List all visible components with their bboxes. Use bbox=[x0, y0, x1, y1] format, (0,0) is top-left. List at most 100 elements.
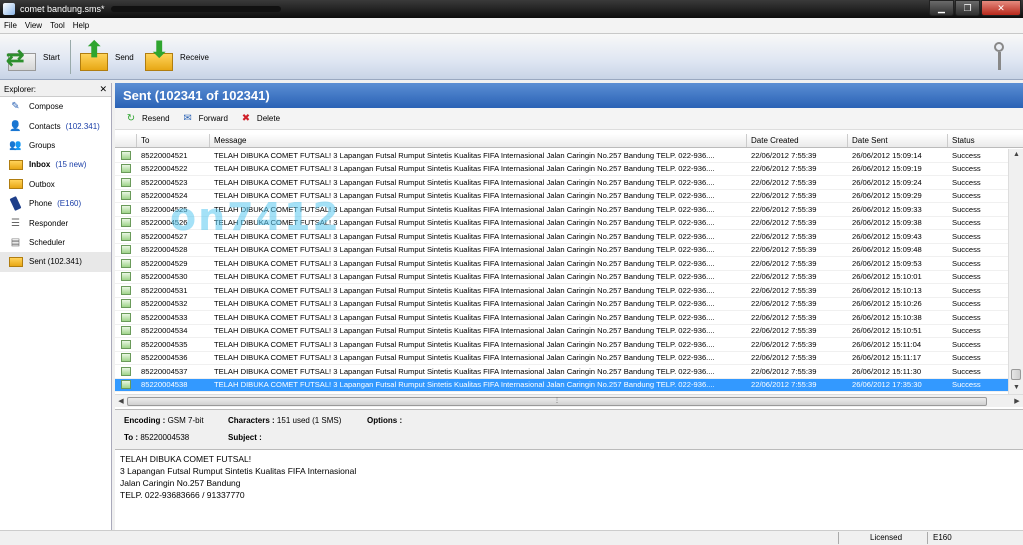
sms-sent-icon bbox=[121, 164, 131, 174]
sidebar-item-inbox[interactable]: Inbox (15 new) bbox=[0, 155, 111, 174]
table-row[interactable]: 85220004535 TELAH DIBUKA COMET FUTSAL! 3 … bbox=[115, 338, 1008, 352]
resend-button[interactable]: ↻ Resend bbox=[123, 112, 170, 125]
characters-value: 151 used (1 SMS) bbox=[276, 416, 342, 425]
table-row[interactable]: 85220004530 TELAH DIBUKA COMET FUTSAL! 3 … bbox=[115, 271, 1008, 284]
sms-sent-icon bbox=[121, 218, 131, 228]
sidebar-item-label: Outbox bbox=[29, 179, 55, 189]
message-type-icon bbox=[115, 191, 137, 201]
sms-sent-icon bbox=[121, 204, 131, 214]
column-header-message[interactable]: Message bbox=[210, 134, 747, 147]
column-header-date-sent[interactable]: Date Sent bbox=[848, 134, 948, 147]
cell-date-sent: 26/06/2012 15:09:43 bbox=[852, 231, 922, 241]
table-row[interactable]: 85220004536 TELAH DIBUKA COMET FUTSAL! 3 … bbox=[115, 352, 1008, 365]
cell-to: 85220004535 bbox=[141, 339, 188, 349]
cell-to: 85220004533 bbox=[141, 312, 188, 322]
table-row[interactable]: 85220004523 TELAH DIBUKA COMET FUTSAL! 3 … bbox=[115, 176, 1008, 190]
column-header-status[interactable]: Status bbox=[948, 134, 1023, 147]
send-button[interactable]: ⬆ Send bbox=[78, 38, 134, 76]
cell-status: Success bbox=[952, 164, 981, 174]
sms-sent-icon bbox=[121, 366, 131, 376]
to-field: To : 85220004538 bbox=[124, 433, 189, 442]
sidebar-item-scheduler[interactable]: ▤ Scheduler bbox=[0, 233, 111, 252]
scroll-right-icon[interactable]: ▶ bbox=[1011, 395, 1023, 408]
cell-message: TELAH DIBUKA COMET FUTSAL! 3 Lapangan Fu… bbox=[214, 164, 715, 174]
inbox-count: (15 new) bbox=[55, 160, 87, 170]
cell-message: TELAH DIBUKA COMET FUTSAL! 3 Lapangan Fu… bbox=[214, 231, 715, 241]
table-row[interactable]: 85220004526 TELAH DIBUKA COMET FUTSAL! 3 … bbox=[115, 217, 1008, 230]
message-type-icon bbox=[115, 366, 137, 376]
responder-icon: ☰ bbox=[11, 217, 20, 229]
table-row[interactable]: 85220004528 TELAH DIBUKA COMET FUTSAL! 3 … bbox=[115, 244, 1008, 257]
sidebar-item-sent[interactable]: Sent (102.341) bbox=[0, 252, 111, 272]
scroll-left-icon[interactable]: ◀ bbox=[115, 395, 127, 408]
table-row[interactable]: 85220004521 TELAH DIBUKA COMET FUTSAL! 3 … bbox=[115, 149, 1008, 163]
redacted-path bbox=[110, 6, 281, 12]
cell-date-created: 22/06/2012 7:55:39 bbox=[751, 299, 817, 309]
close-explorer-icon[interactable]: ✕ bbox=[99, 84, 107, 95]
menu-view[interactable]: View bbox=[21, 21, 46, 30]
horizontal-scroll-thumb[interactable]: ⋮ bbox=[127, 397, 987, 406]
delete-icon: ✖ bbox=[241, 113, 251, 124]
vertical-scrollbar[interactable]: ▲ ▼ bbox=[1008, 149, 1023, 394]
cell-date-created: 22/06/2012 7:55:39 bbox=[751, 353, 817, 363]
horizontal-scrollbar[interactable]: ◀ ⋮ ▶ bbox=[115, 394, 1023, 407]
sidebar-item-groups[interactable]: 👥 Groups bbox=[0, 136, 111, 155]
table-row[interactable]: 85220004538 TELAH DIBUKA COMET FUTSAL! 3 … bbox=[115, 378, 1008, 392]
column-header-to[interactable]: To bbox=[137, 134, 210, 147]
phone-model: (E160) bbox=[57, 199, 82, 209]
table-row[interactable]: 85220004531 TELAH DIBUKA COMET FUTSAL! 3 … bbox=[115, 284, 1008, 298]
vertical-scroll-thumb[interactable] bbox=[1011, 369, 1021, 380]
characters-label: Characters : bbox=[228, 416, 275, 425]
start-button[interactable]: ⇄ Start bbox=[6, 38, 60, 76]
explorer-title: Explorer: bbox=[4, 85, 37, 94]
sidebar-item-label: Contacts bbox=[29, 121, 61, 131]
column-header-date-created[interactable]: Date Created bbox=[747, 134, 848, 147]
sms-sent-icon bbox=[121, 380, 131, 390]
maximize-icon[interactable]: ❐ bbox=[955, 0, 980, 16]
cell-to: 85220004525 bbox=[141, 204, 188, 214]
cell-status: Success bbox=[952, 258, 981, 268]
outbox-icon bbox=[8, 177, 23, 191]
sidebar-item-outbox[interactable]: Outbox bbox=[0, 175, 111, 194]
menu-help[interactable]: Help bbox=[69, 21, 93, 30]
table-row[interactable]: 85220004527 TELAH DIBUKA COMET FUTSAL! 3 … bbox=[115, 230, 1008, 244]
close-window-icon[interactable]: ✕ bbox=[981, 0, 1021, 16]
message-type-icon bbox=[115, 326, 137, 336]
scroll-up-icon[interactable]: ▲ bbox=[1009, 149, 1023, 161]
sms-sent-icon bbox=[121, 353, 131, 363]
sidebar-item-compose[interactable]: ✎ Compose bbox=[0, 97, 111, 116]
scroll-down-icon[interactable]: ▼ bbox=[1009, 382, 1023, 394]
minimize-icon[interactable]: ▁ bbox=[929, 0, 954, 16]
table-row[interactable]: 85220004524 TELAH DIBUKA COMET FUTSAL! 3 … bbox=[115, 190, 1008, 203]
column-header-icon bbox=[115, 134, 137, 147]
cell-to: 85220004536 bbox=[141, 353, 188, 363]
action-bar: ↻ Resend ✉ Forward ✖ Delete bbox=[115, 108, 1023, 130]
forward-button[interactable]: ✉ Forward bbox=[180, 112, 228, 125]
table-row[interactable]: 85220004522 TELAH DIBUKA COMET FUTSAL! 3 … bbox=[115, 163, 1008, 176]
status-separator bbox=[927, 532, 928, 544]
sidebar-item-contacts[interactable]: 👤 Contacts (102.341) bbox=[0, 116, 111, 135]
menu-file[interactable]: File bbox=[0, 21, 21, 30]
cell-date-sent: 26/06/2012 15:09:48 bbox=[852, 245, 922, 255]
explorer-header: Explorer: ✕ bbox=[0, 83, 111, 97]
key-icon[interactable] bbox=[993, 42, 1005, 72]
delete-button[interactable]: ✖ Delete bbox=[238, 112, 280, 125]
message-body[interactable]: TELAH DIBUKA COMET FUTSAL! 3 Lapangan Fu… bbox=[115, 449, 1023, 530]
sidebar-item-responder[interactable]: ☰ Responder bbox=[0, 213, 111, 232]
table-row[interactable]: 85220004525 TELAH DIBUKA COMET FUTSAL! 3 … bbox=[115, 203, 1008, 217]
table-row[interactable]: 85220004533 TELAH DIBUKA COMET FUTSAL! 3 … bbox=[115, 311, 1008, 325]
table-row[interactable]: 85220004532 TELAH DIBUKA COMET FUTSAL! 3 … bbox=[115, 298, 1008, 311]
cell-message: TELAH DIBUKA COMET FUTSAL! 3 Lapangan Fu… bbox=[214, 366, 715, 376]
menu-tool[interactable]: Tool bbox=[46, 21, 69, 30]
table-row[interactable]: 85220004537 TELAH DIBUKA COMET FUTSAL! 3 … bbox=[115, 365, 1008, 379]
options-field: Options : bbox=[367, 416, 402, 425]
table-row[interactable]: 85220004529 TELAH DIBUKA COMET FUTSAL! 3 … bbox=[115, 257, 1008, 271]
start-icon: ⇄ bbox=[6, 41, 40, 73]
receive-button[interactable]: ⬇ Receive bbox=[143, 38, 209, 76]
table-row[interactable]: 85220004534 TELAH DIBUKA COMET FUTSAL! 3 … bbox=[115, 325, 1008, 338]
cell-message: TELAH DIBUKA COMET FUTSAL! 3 Lapangan Fu… bbox=[214, 285, 715, 295]
message-type-icon bbox=[115, 245, 137, 255]
cell-status: Success bbox=[952, 231, 981, 241]
sidebar-item-phone[interactable]: Phone (E160) bbox=[0, 194, 111, 213]
window-controls: ▁ ❐ ✕ bbox=[928, 0, 1021, 16]
